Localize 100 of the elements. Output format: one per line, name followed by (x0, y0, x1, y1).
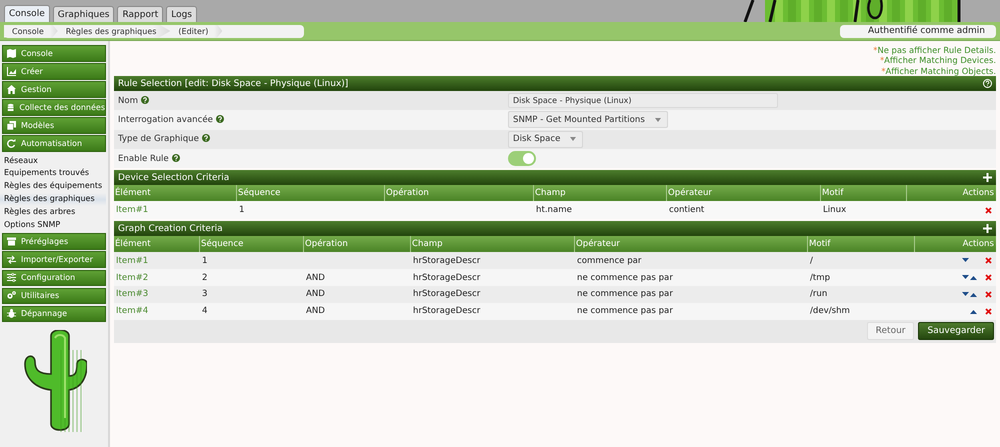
column-header: Motif (808, 236, 915, 252)
column-header: Élément (114, 185, 237, 202)
help-icon[interactable] (202, 134, 210, 142)
delete-icon[interactable] (985, 308, 992, 315)
column-header: Champ (411, 236, 575, 252)
move-up-icon[interactable] (970, 275, 977, 280)
menu-item[interactable]: Créer (2, 63, 106, 80)
submenu-item[interactable]: Règles des arbres (0, 206, 106, 219)
operation-text: AND (306, 272, 325, 283)
dropdown[interactable]: Disk Space (508, 130, 584, 148)
help-icon[interactable] (216, 114, 224, 123)
section-title: Graph Creation Criteria (118, 224, 223, 234)
toggle-switch[interactable] (508, 151, 536, 166)
save-button[interactable]: Sauvegarder (918, 322, 994, 340)
add-icon[interactable] (983, 224, 992, 234)
submenu-item[interactable]: Equipements trouvés (0, 167, 106, 180)
menu-item[interactable]: Gestion (2, 81, 106, 98)
column-header: Actions (915, 236, 996, 252)
refresh-icon (7, 139, 16, 148)
menu-item[interactable]: Préréglages (2, 233, 106, 250)
menu-item[interactable]: Utilitaires (2, 288, 106, 304)
item-link[interactable]: Item#1 (116, 205, 148, 216)
asterisk: * (881, 66, 886, 76)
help-icon[interactable] (141, 96, 150, 104)
pattern-text: /dev/shm (810, 306, 850, 316)
operation-text: AND (306, 289, 325, 300)
field-label: Nom (118, 96, 508, 106)
name-field[interactable]: Disk Space - Physique (Linux) (508, 93, 778, 108)
chart-icon (7, 66, 16, 76)
toggle-link[interactable]: Afficher Matching Objects. (886, 66, 996, 76)
help-icon[interactable] (172, 154, 180, 162)
field-text: hrStorageDescr (413, 306, 480, 316)
operation-text: AND (306, 306, 325, 316)
item-link[interactable]: Item#2 (116, 272, 148, 283)
asterisk: * (880, 55, 884, 66)
menu-item[interactable]: Console (2, 45, 106, 62)
column-header: Actions (907, 185, 996, 202)
delete-icon[interactable] (985, 206, 992, 214)
item-link[interactable]: Item#3 (116, 289, 148, 300)
field-text: ht.name (536, 205, 572, 216)
operator-text: commence par (577, 256, 642, 266)
column-header: Opérateur (667, 185, 821, 202)
operator-text: ne commence pas par (577, 272, 673, 283)
caret-icon (570, 137, 576, 142)
submenu-item[interactable]: Options SNMP (0, 218, 106, 232)
sequence-text: 2 (202, 272, 208, 283)
help-icon[interactable] (983, 79, 992, 88)
column-header: Champ (534, 185, 667, 202)
sequence-text: 3 (202, 289, 208, 300)
menu-item[interactable]: Importer/Exporter (2, 251, 106, 268)
copy-icon (7, 121, 16, 130)
field-text: hrStorageDescr (413, 272, 480, 283)
delete-icon[interactable] (985, 257, 992, 264)
menu-item[interactable]: Dépannage (2, 306, 106, 322)
menu-item[interactable]: Modèles (2, 117, 106, 134)
operator-text: contient (669, 205, 704, 216)
user-menu[interactable]: Authentifié comme admin (840, 24, 996, 38)
caret-icon (654, 118, 661, 122)
top-tab[interactable]: Console (4, 5, 50, 22)
operator-text: ne commence pas par (577, 306, 673, 316)
sliders-icon (7, 273, 16, 282)
submenu-item[interactable]: Réseaux (0, 154, 106, 168)
field-label: Enable Rule (118, 154, 508, 164)
move-down-icon[interactable] (962, 275, 969, 280)
column-header: Motif (821, 185, 907, 202)
back-button[interactable]: Retour (866, 322, 914, 340)
submenu-item[interactable]: Règles des graphiques (0, 192, 106, 206)
submenu-item[interactable]: Règles des équipements (0, 180, 106, 193)
move-up-icon[interactable] (970, 308, 977, 314)
toggle-link[interactable]: Afficher Matching Devices. (884, 55, 996, 66)
exchange-icon (7, 255, 16, 264)
move-down-icon[interactable] (962, 258, 969, 264)
menu-item[interactable]: Automatisation (2, 135, 106, 152)
column-header: Séquence (200, 236, 304, 252)
menu-item[interactable]: Configuration (2, 270, 106, 286)
sequence-text: 4 (202, 306, 208, 316)
item-link[interactable]: Item#4 (116, 306, 148, 316)
asterisk: * (873, 45, 878, 55)
column-header: Opération (304, 236, 411, 252)
column-header: Élément (114, 236, 200, 252)
dropdown[interactable]: SNMP - Get Mounted Partitions (508, 111, 668, 128)
breadcrumb-link[interactable]: Console (4, 24, 58, 38)
toggle-link[interactable]: Ne pas afficher Rule Details. (877, 45, 996, 55)
top-tab[interactable]: Logs (166, 6, 197, 22)
move-up-icon[interactable] (970, 292, 977, 297)
pattern-text: / (810, 256, 813, 266)
archive-icon (7, 237, 16, 246)
top-tab[interactable]: Graphiques (52, 6, 114, 22)
menu-item[interactable]: Collecte des données (2, 99, 106, 116)
sequence-text: 1 (239, 205, 244, 216)
move-down-icon[interactable] (962, 292, 969, 297)
pattern-text: /tmp (810, 272, 830, 283)
top-tab[interactable]: Rapport (117, 6, 164, 22)
delete-icon[interactable] (985, 274, 992, 282)
pattern-text: Linux (823, 205, 846, 216)
delete-icon[interactable] (985, 290, 992, 298)
item-link[interactable]: Item#1 (116, 256, 148, 266)
column-header: Opération (385, 185, 534, 202)
pattern-text: /run (810, 289, 828, 300)
add-icon[interactable] (983, 173, 992, 182)
